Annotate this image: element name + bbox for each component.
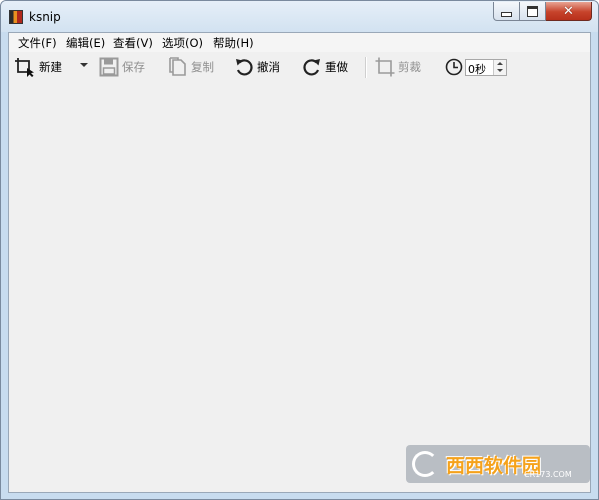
toolbar: 新建 保存 复制 撤消 重做 剪裁 0秒 bbox=[9, 53, 590, 82]
undo-label: 撤消 bbox=[257, 60, 280, 74]
toolbar-separator bbox=[365, 57, 367, 78]
minimize-icon bbox=[501, 11, 512, 17]
app-icon bbox=[9, 10, 23, 24]
new-capture-icon bbox=[15, 58, 34, 77]
copy-button[interactable]: 复制 bbox=[168, 53, 214, 81]
watermark-c-icon bbox=[412, 451, 438, 477]
save-icon bbox=[99, 57, 119, 77]
minimize-button[interactable] bbox=[493, 2, 520, 21]
undo-button[interactable]: 撤消 bbox=[234, 53, 280, 81]
save-label: 保存 bbox=[122, 60, 145, 74]
redo-button[interactable]: 重做 bbox=[302, 53, 348, 81]
title-bar[interactable]: ksnip ✕ bbox=[1, 1, 598, 32]
redo-label: 重做 bbox=[325, 60, 348, 74]
maximize-icon bbox=[527, 5, 538, 17]
spin-down-icon[interactable] bbox=[497, 69, 503, 72]
app-window: ksnip ✕ 文件(F) 编辑(E) 查看(V) 选项(O) 帮助(H) 新建 bbox=[0, 0, 599, 500]
watermark-logo: 西西软件园 CR173.COM bbox=[406, 445, 590, 483]
crop-button[interactable]: 剪裁 bbox=[375, 53, 421, 81]
menu-view[interactable]: 查看(V) bbox=[113, 35, 153, 51]
delay-spinbox[interactable]: 0秒 bbox=[465, 59, 507, 76]
redo-icon bbox=[303, 59, 320, 76]
undo-icon bbox=[236, 59, 253, 76]
new-button[interactable]: 新建 bbox=[14, 53, 62, 81]
new-dropdown-arrow[interactable] bbox=[80, 63, 88, 67]
close-icon: ✕ bbox=[563, 3, 574, 19]
menu-help[interactable]: 帮助(H) bbox=[213, 35, 254, 51]
capture-canvas[interactable] bbox=[9, 83, 590, 492]
close-button[interactable]: ✕ bbox=[546, 2, 592, 21]
watermark-subtext: CR173.COM bbox=[524, 470, 572, 479]
spin-up-icon[interactable] bbox=[497, 62, 503, 65]
delay-spin-arrows[interactable] bbox=[493, 60, 506, 75]
menu-edit[interactable]: 编辑(E) bbox=[66, 35, 105, 51]
window-title: ksnip bbox=[29, 10, 61, 24]
new-label: 新建 bbox=[39, 60, 62, 74]
copy-label: 复制 bbox=[191, 60, 214, 74]
window-controls: ✕ bbox=[493, 2, 592, 21]
clock-icon bbox=[445, 58, 463, 76]
save-button[interactable]: 保存 bbox=[99, 53, 145, 81]
menu-bar: 文件(F) 编辑(E) 查看(V) 选项(O) 帮助(H) bbox=[9, 33, 590, 52]
delay-value: 0秒 bbox=[468, 63, 486, 76]
crop-icon bbox=[375, 57, 395, 77]
delay-clock bbox=[445, 53, 463, 81]
menu-options[interactable]: 选项(O) bbox=[162, 35, 203, 51]
maximize-button[interactable] bbox=[520, 2, 546, 21]
copy-icon bbox=[169, 57, 186, 76]
crop-label: 剪裁 bbox=[398, 60, 421, 74]
client-area: 文件(F) 编辑(E) 查看(V) 选项(O) 帮助(H) 新建 保存 复制 撤… bbox=[8, 32, 591, 493]
menu-file[interactable]: 文件(F) bbox=[18, 35, 57, 51]
